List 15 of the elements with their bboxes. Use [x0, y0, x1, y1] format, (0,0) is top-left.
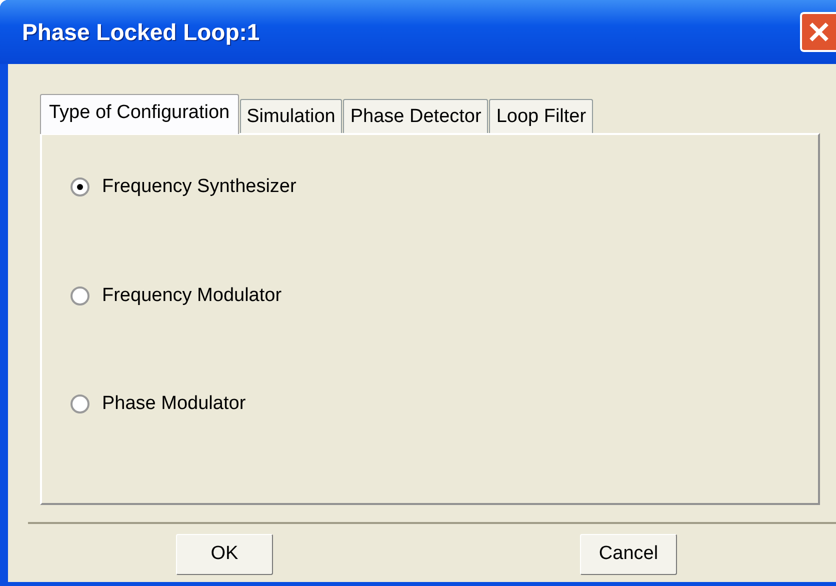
tab[interactable]: Loop Filter [489, 99, 594, 133]
dialog-button[interactable]: Cancel [580, 534, 677, 575]
close-icon [808, 21, 830, 43]
radio-button[interactable] [70, 286, 90, 306]
option-label[interactable]: Frequency Synthesizer [102, 173, 296, 202]
option-label[interactable]: Phase Modulator [102, 390, 246, 418]
tab[interactable]: Simulation [240, 99, 342, 133]
radio-button[interactable] [70, 177, 90, 198]
dialog-button[interactable]: OK [176, 534, 273, 575]
close-button[interactable] [800, 12, 836, 52]
tab[interactable]: Phase Detector [343, 99, 488, 133]
tab[interactable]: Type of Configuration [40, 94, 239, 134]
option-label[interactable]: Frequency Modulator [102, 282, 282, 310]
window-title: Phase Locked Loop:1 [22, 18, 260, 47]
radio-button[interactable] [70, 394, 90, 414]
